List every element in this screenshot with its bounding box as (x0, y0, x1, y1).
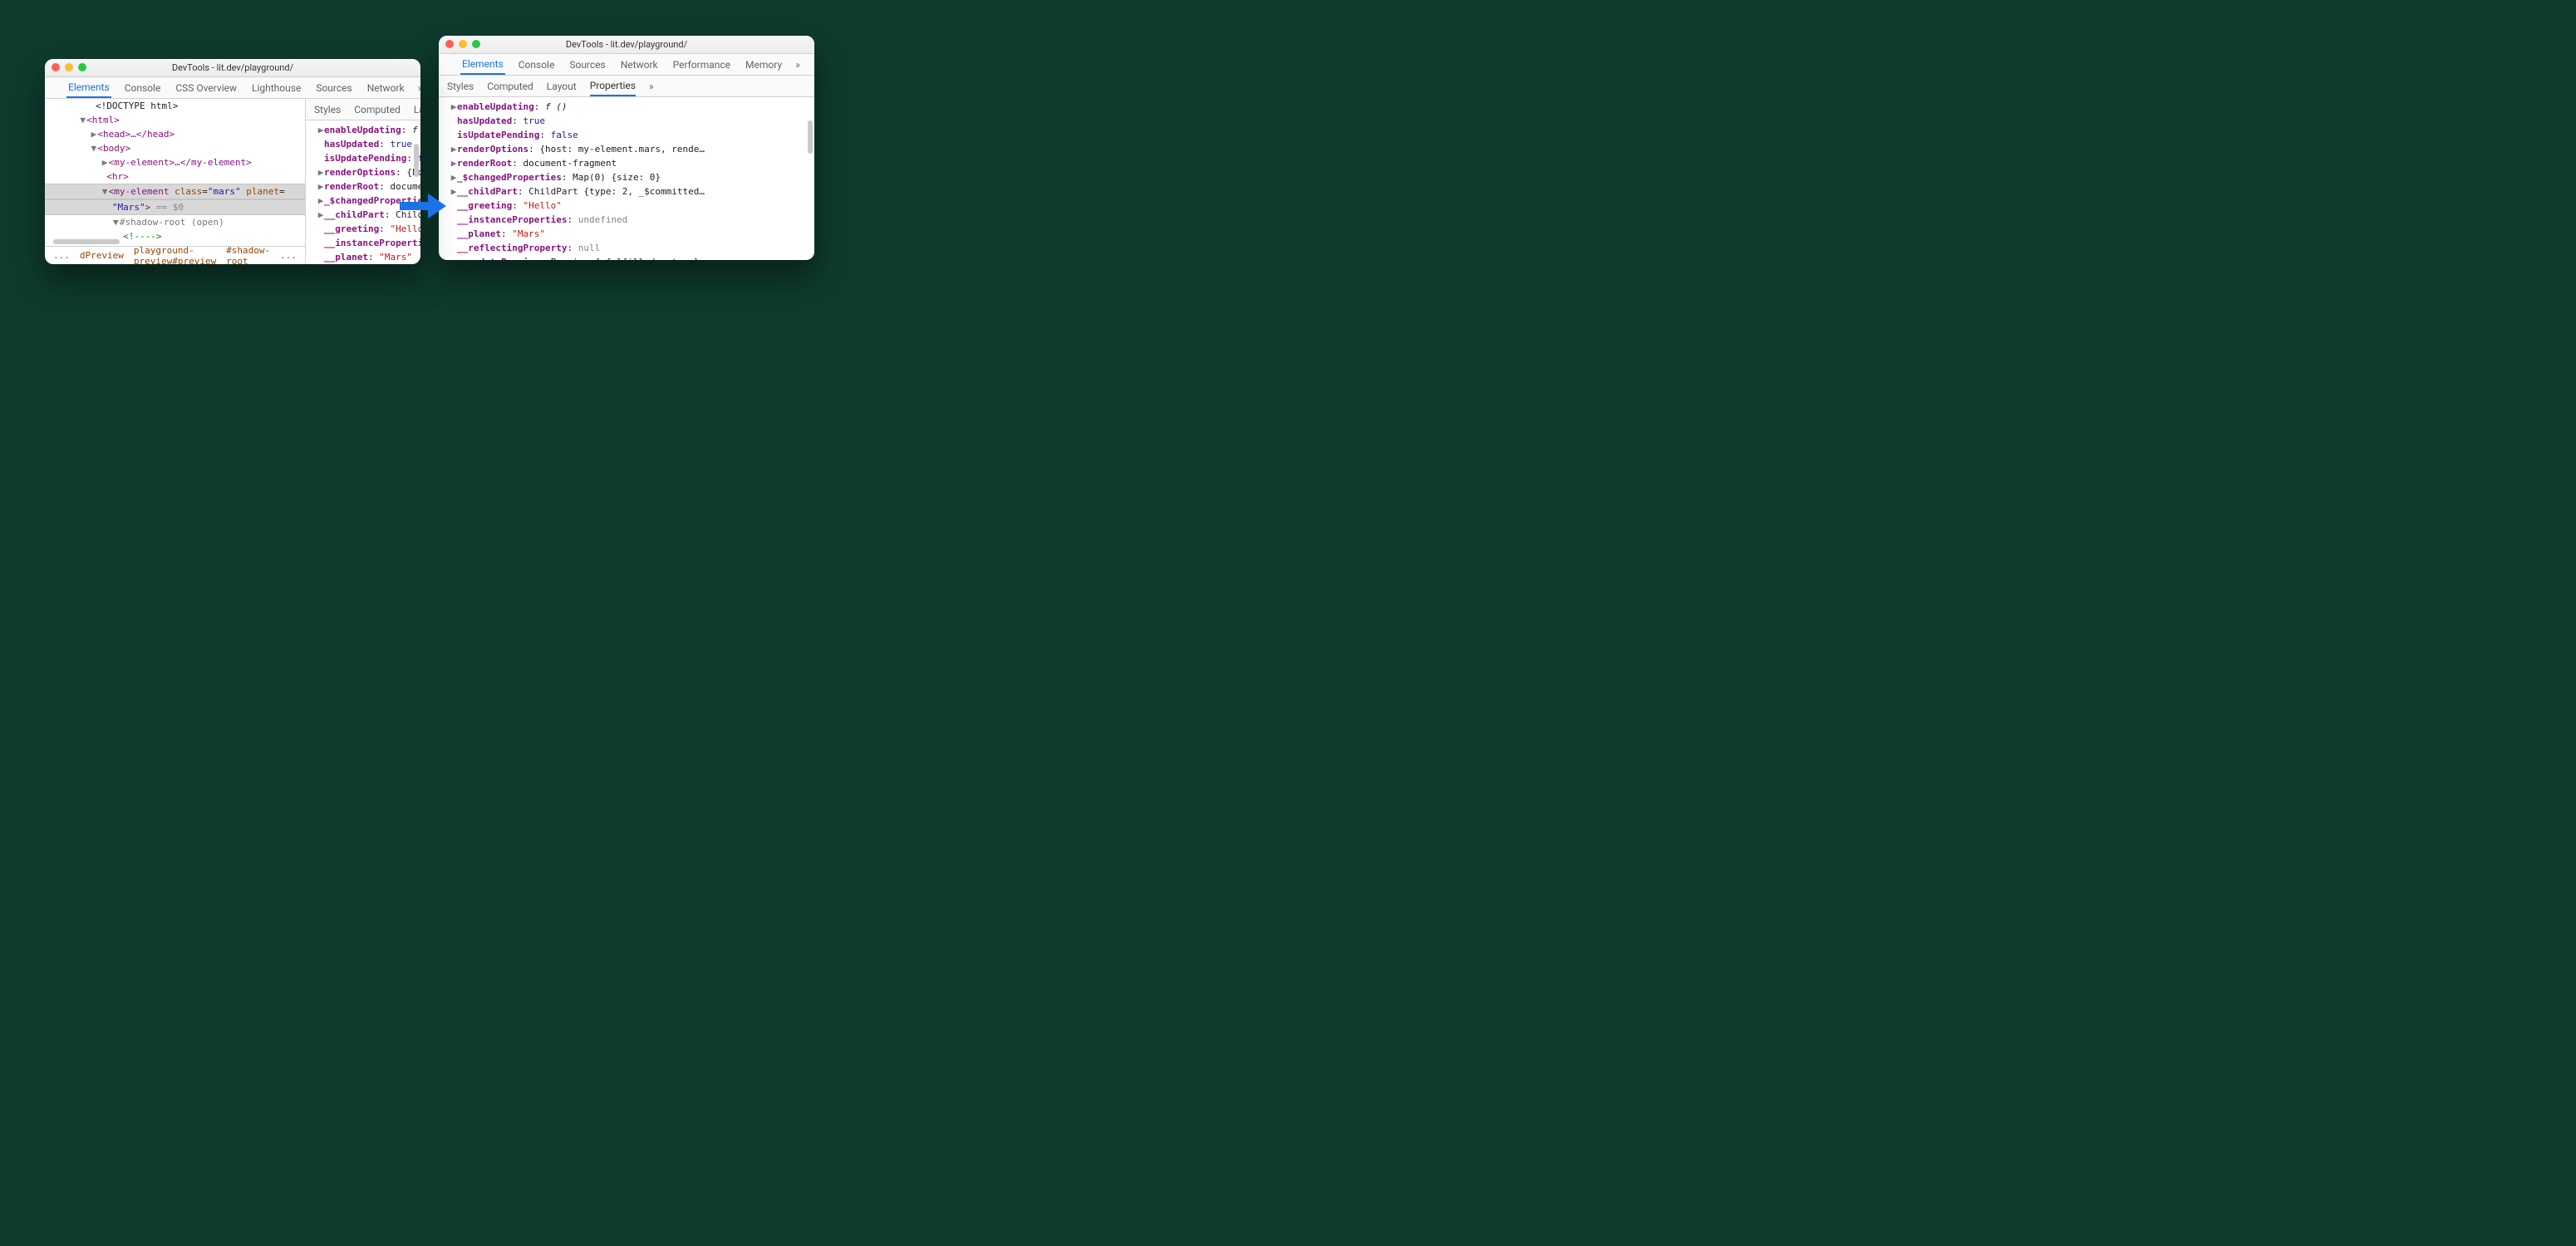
property-row[interactable]: hasUpdated: true (309, 137, 420, 151)
property-row[interactable]: ▶renderOptions: {host: my-element.mars, … (309, 165, 420, 179)
property-row[interactable]: ▶renderRoot: document-fragment (442, 156, 814, 170)
tab-sources[interactable]: Sources (568, 54, 607, 75)
property-row[interactable]: __reflectingProperty: null (442, 241, 814, 255)
window-title: DevTools - lit.dev/playground/ (172, 62, 293, 73)
property-row[interactable]: __greeting: "Hello" (309, 222, 420, 236)
property-row[interactable]: __planet: "Mars" (442, 227, 814, 241)
property-row[interactable]: ▶__updatePromise: Promise {<fulfilled>: … (442, 255, 814, 260)
more-panels-icon[interactable]: » (795, 59, 800, 71)
side-tab-layout[interactable]: Layout (414, 99, 420, 120)
minimize-icon[interactable] (65, 63, 73, 71)
panel-tabs: Elements Console CSS Overview Lighthouse… (66, 77, 420, 98)
selected-element[interactable]: ▼<my-element class="mars" planet= (45, 184, 305, 199)
more-side-icon[interactable]: » (649, 81, 654, 92)
scrollbar-thumb[interactable] (53, 239, 120, 244)
window-titlebar[interactable]: DevTools - lit.dev/playground/ (45, 59, 420, 77)
zoom-icon[interactable] (78, 63, 86, 71)
panel-toolbar: Elements Console Sources Network Perform… (439, 54, 814, 76)
crumb-more-left[interactable]: ... (53, 250, 70, 261)
window-titlebar[interactable]: DevTools - lit.dev/playground/ (439, 36, 814, 54)
arrow-icon (400, 192, 446, 220)
scrollbar-thumb[interactable] (414, 144, 419, 177)
property-row[interactable]: isUpdatePending: false (309, 151, 420, 165)
crumb-item[interactable]: dPreview (80, 250, 124, 261)
side-tab-layout[interactable]: Layout (547, 76, 577, 96)
property-row[interactable]: isUpdatePending: false (442, 128, 814, 142)
property-row[interactable]: ▶enableUpdating: f () (309, 123, 420, 137)
tab-cssoverview[interactable]: CSS Overview (174, 77, 238, 98)
tab-elements[interactable]: Elements (66, 77, 111, 98)
property-row[interactable]: hasUpdated: true (442, 114, 814, 128)
side-tab-computed[interactable]: Computed (354, 99, 401, 120)
tab-performance[interactable]: Performance (671, 54, 732, 75)
more-panels-icon[interactable]: » (418, 82, 420, 94)
scrollbar-thumb[interactable] (808, 120, 813, 154)
side-tab-styles[interactable]: Styles (314, 99, 341, 120)
side-tab-styles[interactable]: Styles (447, 76, 474, 96)
side-tab-computed[interactable]: Computed (487, 76, 533, 96)
devtools-window-right: DevTools - lit.dev/playground/ Elements … (439, 36, 814, 260)
breadcrumb[interactable]: ... dPreview playground-preview#preview … (45, 246, 305, 264)
tab-sources[interactable]: Sources (314, 77, 353, 98)
crumb-more-right[interactable]: ... (280, 250, 297, 261)
properties-list[interactable]: ▶enableUpdating: f () hasUpdated: true i… (439, 97, 814, 260)
tab-network[interactable]: Network (366, 77, 406, 98)
minimize-icon[interactable] (459, 40, 467, 48)
window-title: DevTools - lit.dev/playground/ (566, 39, 687, 50)
tab-network[interactable]: Network (619, 54, 660, 75)
property-row[interactable]: __planet: "Mars" (309, 250, 420, 264)
tab-elements[interactable]: Elements (460, 54, 505, 75)
tab-lighthouse[interactable]: Lighthouse (250, 77, 302, 98)
property-row[interactable]: __greeting: "Hello" (442, 199, 814, 213)
zoom-icon[interactable] (472, 40, 480, 48)
dom-tree[interactable]: <!DOCTYPE html> ▼<html> ▶<head>…</head> … (45, 99, 305, 246)
panel-tabs: Elements Console Sources Network Perform… (460, 54, 800, 75)
tab-console[interactable]: Console (123, 77, 163, 98)
property-row[interactable]: __instanceProperties: undefined (309, 236, 420, 250)
devtools-window-left: DevTools - lit.dev/playground/ Elements … (45, 59, 420, 264)
close-icon[interactable] (52, 63, 60, 71)
side-panel-tabs: Styles Computed Layout Properties » (306, 99, 420, 120)
tab-memory[interactable]: Memory (744, 54, 784, 75)
property-row[interactable]: __instanceProperties: undefined (442, 213, 814, 227)
panel-toolbar: Elements Console CSS Overview Lighthouse… (45, 77, 420, 99)
traffic-lights (52, 63, 86, 71)
close-icon[interactable] (445, 40, 454, 48)
traffic-lights (445, 40, 480, 48)
property-row[interactable]: ▶_$changedProperties: Map(0) {size: 0} (442, 170, 814, 184)
property-row[interactable]: ▶renderOptions: {host: my-element.mars, … (442, 142, 814, 156)
tab-console[interactable]: Console (517, 54, 557, 75)
property-row[interactable]: ▶enableUpdating: f () (442, 100, 814, 114)
property-row[interactable]: ▶__childPart: ChildPart {type: 2, _$comm… (442, 184, 814, 199)
crumb-item[interactable]: playground-preview#preview (134, 245, 216, 265)
crumb-item[interactable]: #shadow-root (226, 245, 270, 265)
side-panel-tabs: Styles Computed Layout Properties » (439, 76, 814, 97)
side-tab-properties[interactable]: Properties (590, 76, 636, 96)
